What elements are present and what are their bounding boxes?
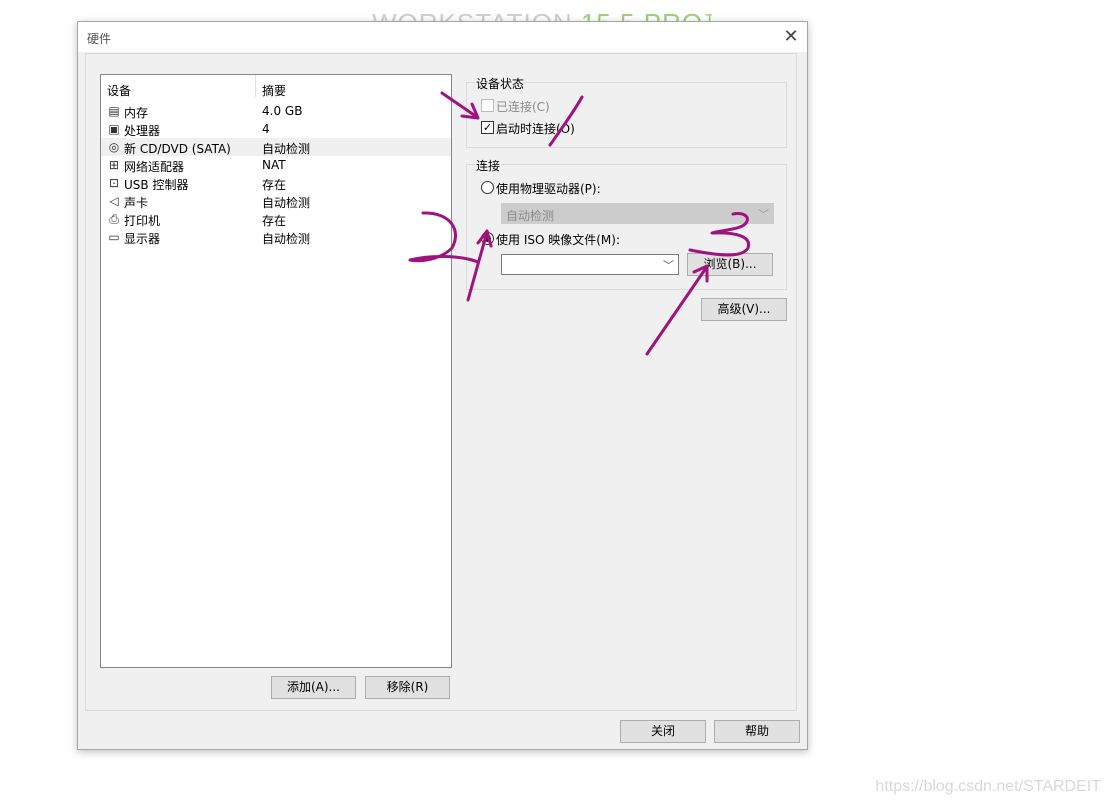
device-status-group: 设备状态 已连接(C) ✓ 启动时连接(O) [466,75,787,148]
device-row-processor[interactable]: ▣ 处理器 4 [101,120,451,138]
iso-path-combo[interactable]: ﹀ [501,254,679,275]
column-header-summary[interactable]: 摘要 [262,82,286,99]
device-row-printer[interactable]: ⎙ 打印机 存在 [101,210,451,228]
add-device-button[interactable]: 添加(A)... [271,676,356,699]
column-divider[interactable] [255,75,256,97]
device-summary: NAT [262,158,286,172]
device-summary: 4 [262,122,270,136]
help-button[interactable]: 帮助 [714,720,800,743]
device-list-header: 设备 摘要 [101,75,451,99]
device-summary: 存在 [262,178,287,192]
title-bar: 硬件 ✕ [78,22,807,52]
watermark: https://blog.csdn.net/STARDEIT [875,778,1101,795]
device-row-sound-card[interactable]: ◁ 声卡 自动检测 [101,192,451,210]
browse-button[interactable]: 浏览(B)... [687,253,773,276]
cd-dvd-icon: ◎ [108,140,120,154]
device-name: 网络适配器 [124,160,185,174]
processor-icon: ▣ [108,122,120,136]
device-list[interactable]: 设备 摘要 ▤ 内存 4.0 GB ▣ 处理器 4 ◎ 新 CD/DVD (SA… [100,74,452,668]
iso-image-radio[interactable] [481,232,494,245]
connect-at-power-on-checkbox[interactable]: ✓ [481,121,494,134]
device-name: 内存 [124,106,149,120]
physical-drive-label[interactable]: 使用物理驱动器(P): [496,180,601,197]
device-name: 新 CD/DVD (SATA) [124,142,231,156]
dialog-title: 硬件 [87,32,112,46]
chevron-down-icon: ﹀ [758,208,769,221]
chevron-down-icon[interactable]: ﹀ [663,257,674,273]
sound-card-icon: ◁ [109,194,119,208]
close-button[interactable]: 关闭 [620,720,706,743]
physical-drive-select[interactable]: 自动检测 ﹀ [501,203,774,224]
device-summary: 存在 [262,214,287,228]
printer-icon: ⎙ [109,212,119,226]
device-name: 声卡 [124,196,149,210]
memory-icon: ▤ [108,104,120,118]
device-name: USB 控制器 [124,178,189,192]
device-row-display[interactable]: ▭ 显示器 自动检测 [101,228,451,246]
device-row-memory[interactable]: ▤ 内存 4.0 GB [101,102,451,120]
device-row-usb-controller[interactable]: ⊡ USB 控制器 存在 [101,174,451,192]
usb-controller-icon: ⊡ [108,176,120,190]
dialog-content: 设备 摘要 ▤ 内存 4.0 GB ▣ 处理器 4 ◎ 新 CD/DVD (SA… [85,53,797,711]
remove-device-button[interactable]: 移除(R) [365,676,450,699]
connection-legend: 连接 [475,157,502,174]
connected-label[interactable]: 已连接(C) [496,98,550,115]
close-icon[interactable]: ✕ [777,23,805,51]
physical-drive-radio[interactable] [481,181,494,194]
connect-at-power-on-label[interactable]: 启动时连接(O) [496,120,575,137]
device-summary: 4.0 GB [262,104,303,118]
hardware-dialog: 硬件 ✕ 设备 摘要 ▤ 内存 4.0 GB ▣ 处理器 4 ◎ 新 CD/DV… [77,21,808,750]
iso-image-label[interactable]: 使用 ISO 映像文件(M): [496,231,620,248]
device-row-network-adapter[interactable]: ⊞ 网络适配器 NAT [101,156,451,174]
device-name: 打印机 [124,214,161,228]
display-icon: ▭ [108,230,120,244]
device-name: 处理器 [124,124,161,138]
device-summary: 自动检测 [262,142,311,156]
device-row-cd-dvd[interactable]: ◎ 新 CD/DVD (SATA) 自动检测 [101,138,451,156]
network-adapter-icon: ⊞ [108,158,120,172]
device-summary: 自动检测 [262,232,311,246]
device-summary: 自动检测 [262,196,311,210]
column-header-device[interactable]: 设备 [107,82,131,99]
advanced-button[interactable]: 高级(V)... [701,298,787,321]
device-name: 显示器 [124,232,161,246]
physical-drive-select-value: 自动检测 [506,209,555,223]
connected-checkbox[interactable] [481,99,494,112]
device-status-legend: 设备状态 [475,75,526,92]
connection-group: 连接 使用物理驱动器(P): 自动检测 ﹀ 使用 ISO 映像文件(M): ﹀ … [466,157,787,290]
